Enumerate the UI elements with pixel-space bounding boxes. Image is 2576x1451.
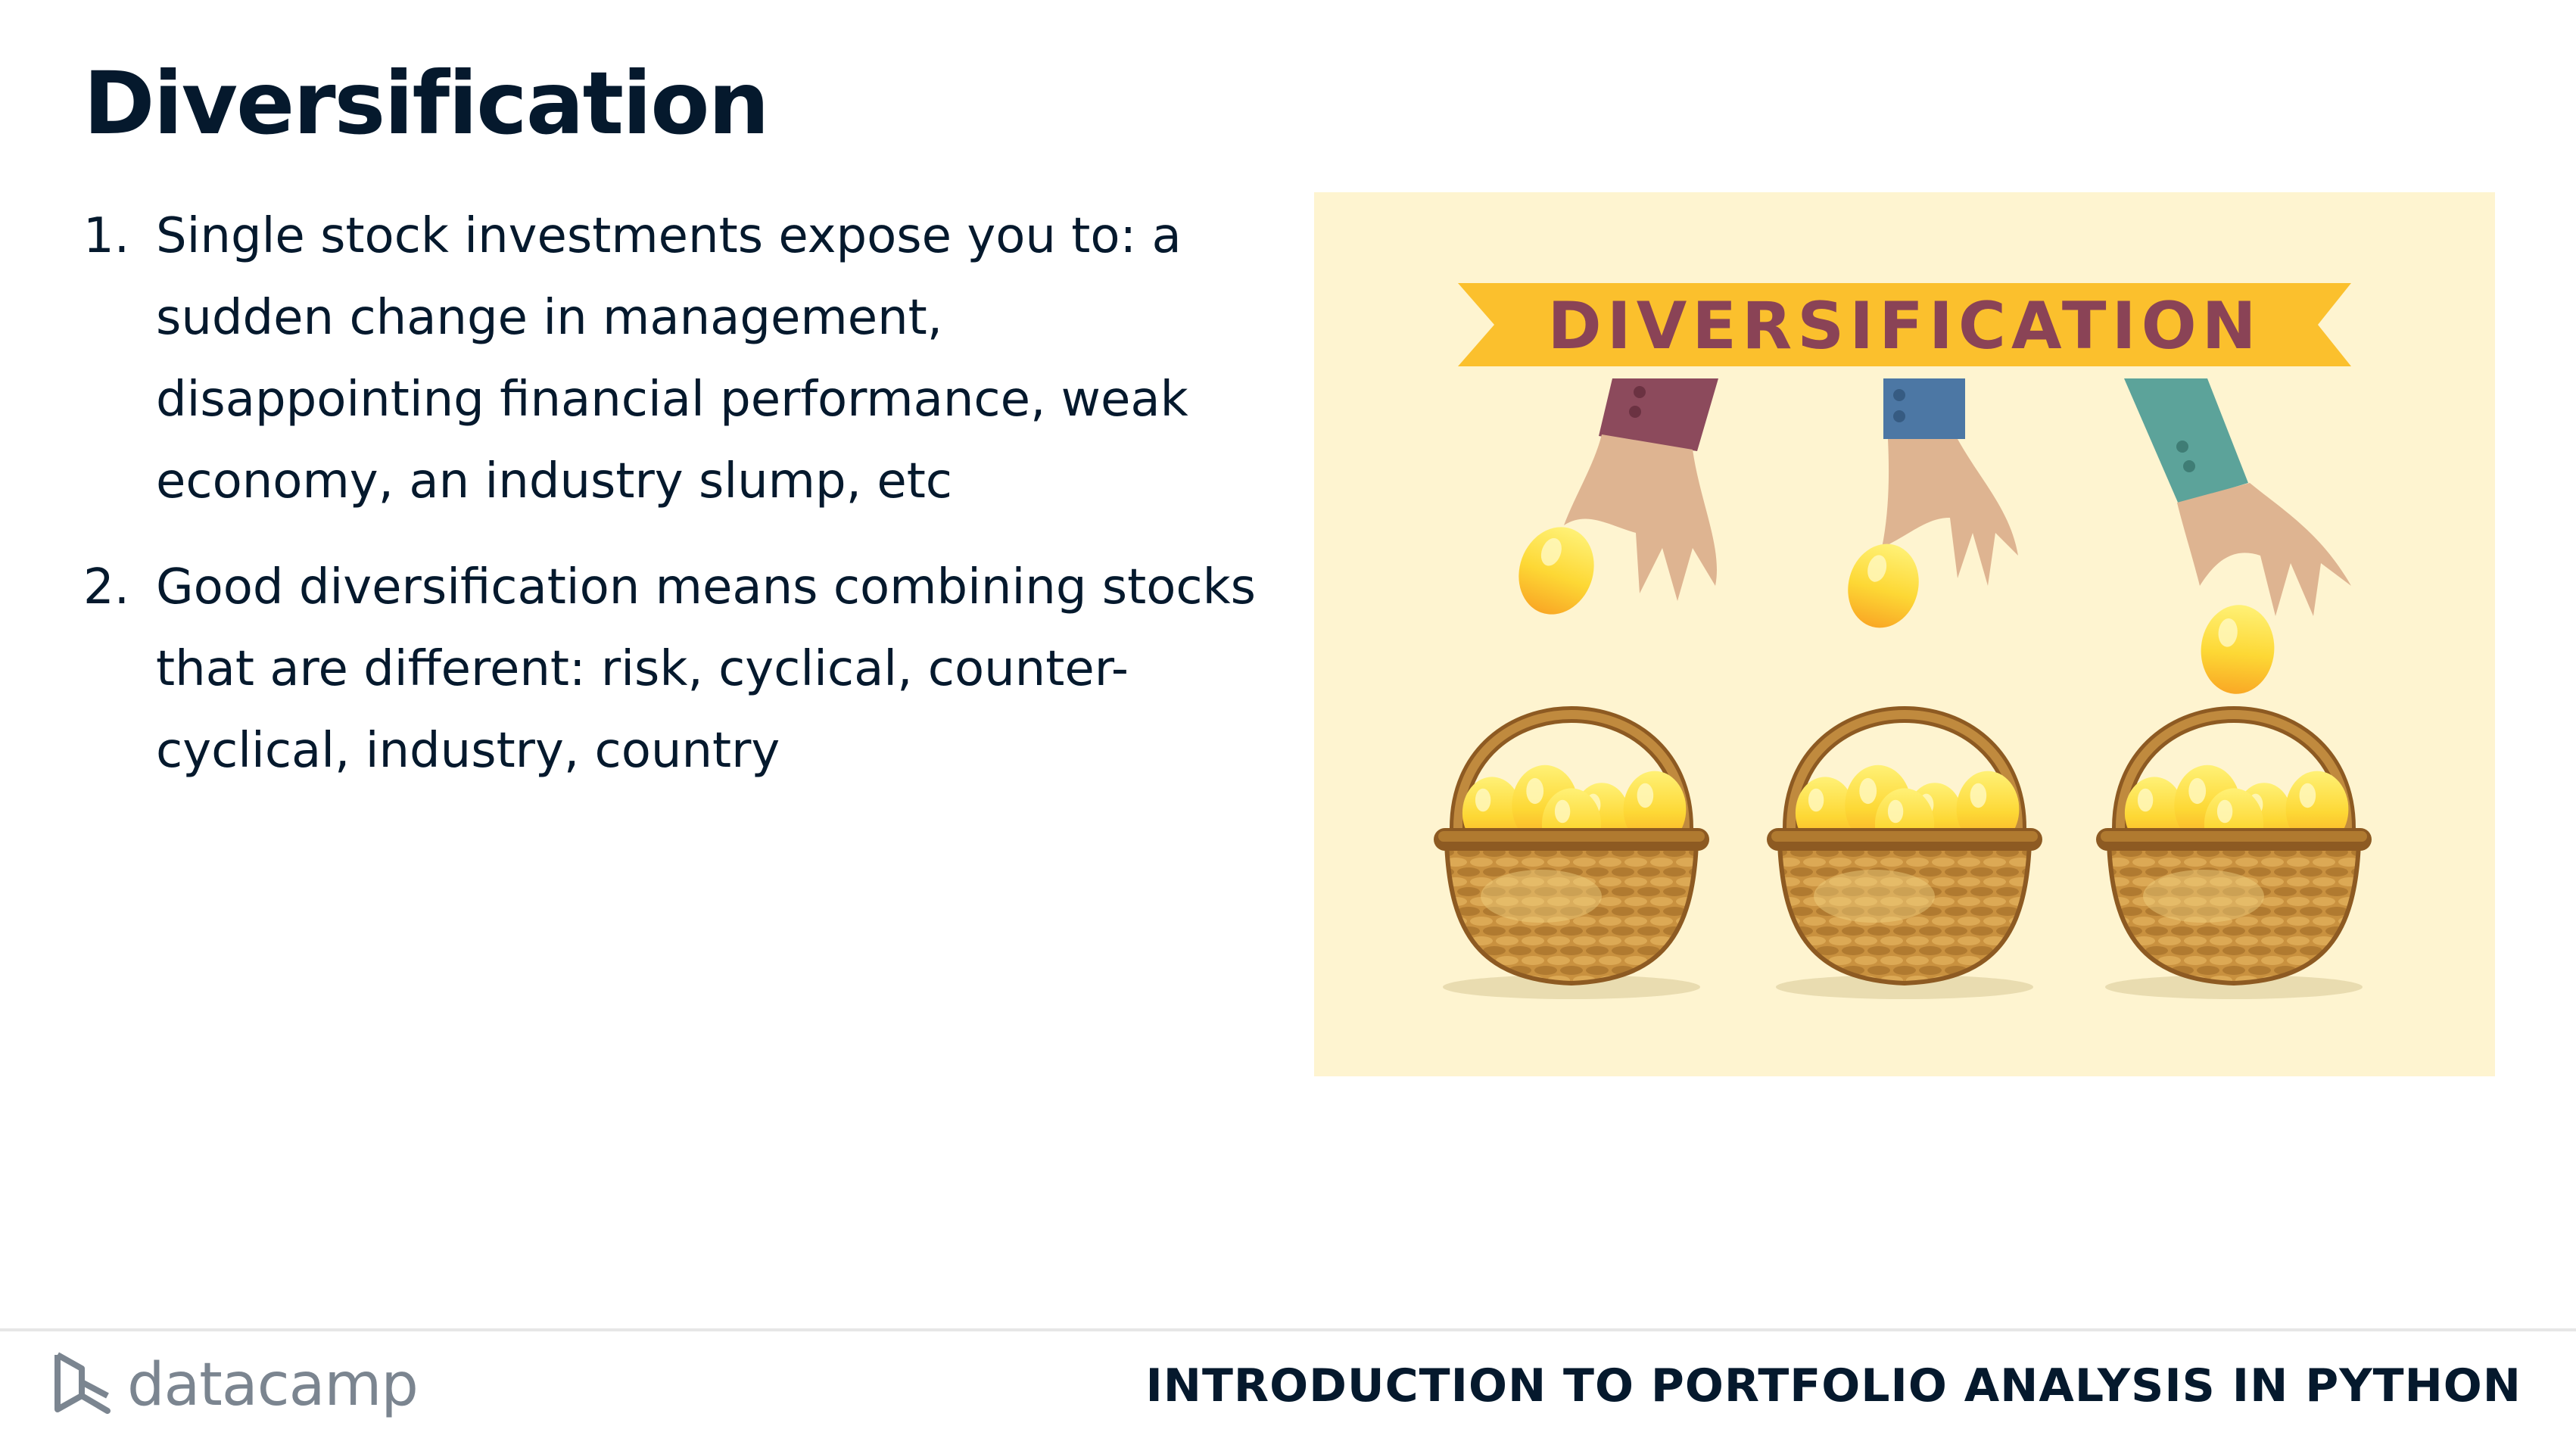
datacamp-logo: datacamp bbox=[51, 1349, 419, 1421]
footer-divider bbox=[0, 1328, 2576, 1331]
illustration-svg: DIVERSIFICATION bbox=[1314, 283, 2495, 1076]
bullet-text: Single stock investments expose you to: … bbox=[156, 208, 1188, 509]
bullet-text: Good diversification means combining sto… bbox=[156, 559, 1256, 779]
slide-title: Diversification bbox=[83, 53, 770, 154]
golden-egg-icon bbox=[1506, 516, 1606, 625]
wicker-basket-icon bbox=[1767, 715, 2042, 999]
diversification-illustration: DIVERSIFICATION bbox=[1314, 192, 2495, 1076]
logo-wordmark: datacamp bbox=[127, 1351, 419, 1419]
bullet-number: 2. bbox=[83, 559, 130, 615]
wicker-basket-icon bbox=[2096, 715, 2372, 999]
wicker-basket-icon bbox=[1434, 715, 1709, 999]
ribbon-banner: DIVERSIFICATION bbox=[1458, 283, 2351, 366]
bullet-item: 1. Single stock investments expose you t… bbox=[83, 195, 1264, 522]
bullet-list: 1. Single stock investments expose you t… bbox=[83, 195, 1264, 816]
datacamp-logo-icon bbox=[55, 1352, 111, 1414]
golden-egg-icon bbox=[2197, 602, 2279, 697]
bullet-number: 1. bbox=[83, 208, 130, 264]
bullet-item: 2. Good diversification means combining … bbox=[83, 546, 1264, 792]
course-title: INTRODUCTION TO PORTFOLIO ANALYSIS IN PY… bbox=[1145, 1359, 2521, 1412]
hand-icon bbox=[2124, 378, 2351, 616]
banner-text: DIVERSIFICATION bbox=[1547, 288, 2261, 364]
golden-egg-icon bbox=[1839, 536, 1928, 636]
